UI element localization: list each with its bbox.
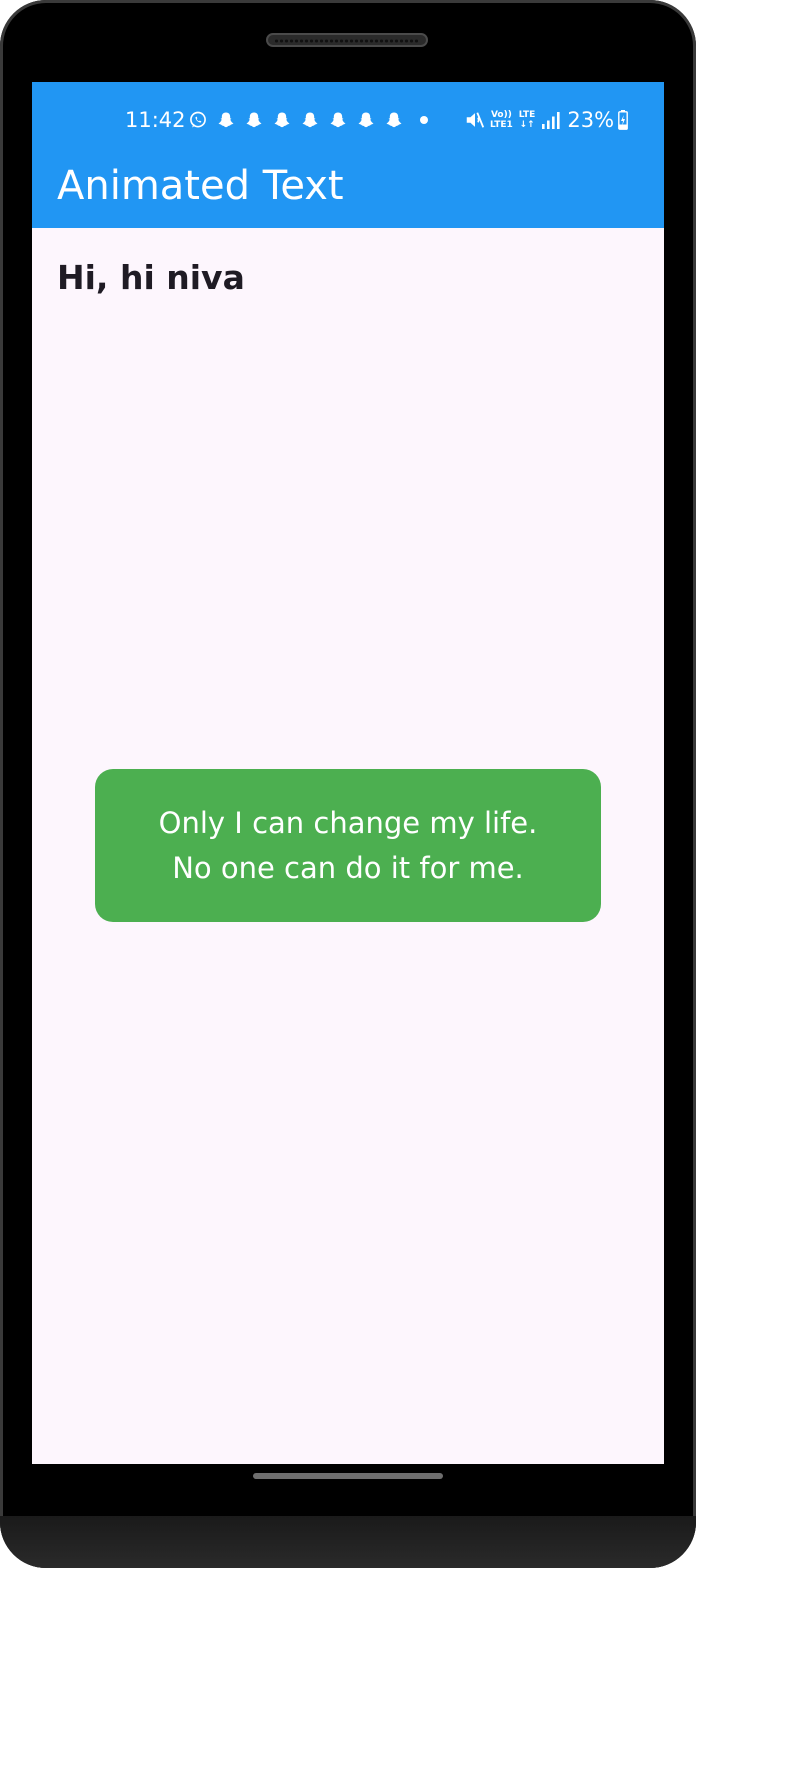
status-time: 11:42 (125, 108, 186, 132)
snapchat-icon (386, 112, 402, 128)
home-indicator[interactable] (253, 1473, 443, 1479)
snapchat-icon (218, 112, 234, 128)
snapchat-icon (302, 112, 318, 128)
speaker-grille (266, 33, 428, 47)
notification-icons (188, 108, 428, 132)
app-screen: 11:42 Vo)) LTE1 LTE ↓↑ 23% Animated Text… (32, 82, 664, 1464)
lte-data-icon: LTE ↓↑ (519, 110, 536, 130)
lte-top-label: LTE (518, 110, 536, 120)
volte-icon: Vo)) LTE1 (490, 110, 513, 130)
volte-bottom-label: LTE1 (490, 120, 513, 130)
lte-bottom-label: ↓↑ (519, 120, 535, 130)
whatsapp-icon (190, 111, 206, 128)
snapchat-icon (358, 112, 374, 128)
system-status-icons: Vo)) LTE1 LTE ↓↑ 23% (464, 107, 628, 133)
more-notifications-dot-icon (420, 116, 428, 124)
signal-strength-icon (542, 112, 560, 129)
app-title: Animated Text (57, 163, 344, 209)
volte-top-label: Vo)) (490, 110, 512, 120)
snapchat-icon (274, 112, 290, 128)
snapchat-icon (246, 112, 262, 128)
greeting-text: Hi, hi niva (57, 258, 245, 297)
status-bar: 11:42 Vo)) LTE1 LTE ↓↑ 23% (32, 82, 664, 158)
battery-percentage: 23% (567, 108, 615, 132)
battery-charging-icon (618, 110, 628, 130)
phone-frame: 11:42 Vo)) LTE1 LTE ↓↑ 23% Animated Text… (0, 0, 696, 1568)
quote-card: Only I can change my life. No one can do… (95, 769, 601, 922)
quote-text: Only I can change my life. No one can do… (158, 805, 538, 885)
mute-icon (466, 112, 485, 128)
snapchat-icon (330, 112, 346, 128)
phone-bottom-bezel (0, 1516, 696, 1568)
